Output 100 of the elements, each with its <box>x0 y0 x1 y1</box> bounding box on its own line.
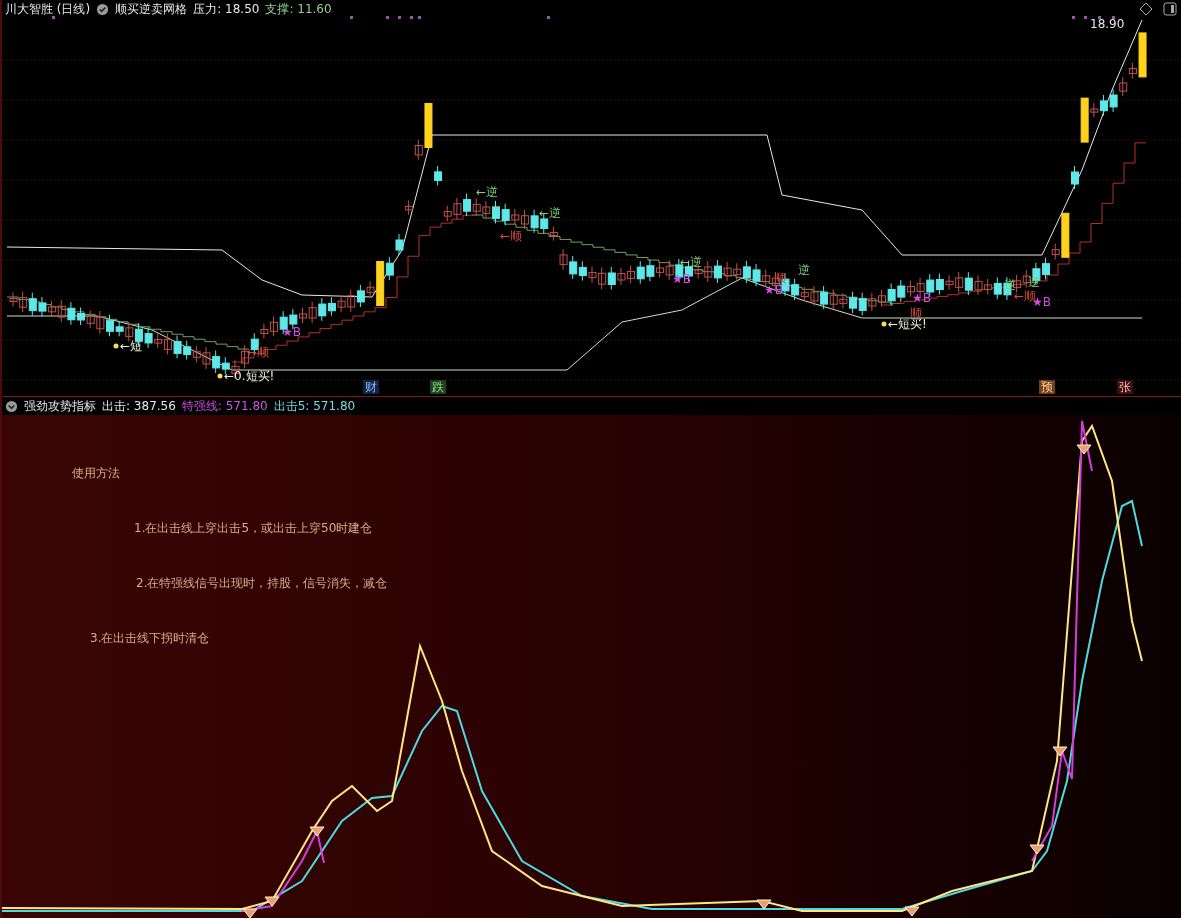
candlestick <box>482 200 491 219</box>
candlestick <box>849 291 858 314</box>
candlestick <box>974 274 983 296</box>
indicator-reading: 出击5: 571.80 <box>273 397 356 415</box>
candlestick <box>115 320 124 337</box>
candlestick <box>887 283 896 307</box>
signal-label: ←0.短买! <box>217 369 275 383</box>
signal-marker: 张 <box>1117 380 1133 394</box>
candlestick <box>752 263 761 287</box>
candlestick <box>443 205 452 222</box>
candlestick <box>955 271 964 293</box>
candlestick <box>67 301 76 326</box>
panel-icon[interactable] <box>1163 2 1177 16</box>
candlestick <box>48 300 57 318</box>
candlestick <box>144 327 153 349</box>
candlestick <box>28 292 37 317</box>
candlestick <box>588 266 597 284</box>
candlestick <box>617 267 626 286</box>
candlestick <box>173 335 182 359</box>
signal-label: ←逆 <box>476 185 499 199</box>
notes-heading: 使用方法 <box>72 465 121 482</box>
stock-title: 川大智胜 (日线) <box>5 0 91 18</box>
candlestick <box>733 262 742 281</box>
indicator-name: 顺买逆卖网格 <box>115 0 188 18</box>
candlestick <box>945 274 954 291</box>
candlestick <box>858 292 867 316</box>
candlestick <box>308 301 317 324</box>
candlestick <box>395 233 404 256</box>
candlestick <box>453 197 462 220</box>
candlestick <box>984 278 993 295</box>
candlestick <box>713 259 722 284</box>
candlestick <box>897 279 906 303</box>
candlestick <box>77 307 86 326</box>
signal-marker: 跌 <box>430 380 446 394</box>
candlestick <box>627 264 636 284</box>
candlestick <box>183 340 192 361</box>
signal-label: ←短 <box>113 339 143 353</box>
candlestick <box>347 289 356 313</box>
candlestick <box>723 261 732 282</box>
candlestick <box>636 260 645 285</box>
usage-note: 1.在出击线上穿出击5，或出击上穿50时建仓 <box>134 520 374 537</box>
signal-label: ←顺 <box>500 229 523 243</box>
indicator-reading: 特强线: 571.80 <box>181 397 268 415</box>
candlestick <box>829 288 838 310</box>
candlestick <box>791 278 800 301</box>
candlestick <box>511 208 520 226</box>
candlestick <box>800 286 809 303</box>
usage-note: 2.在特强线信号出现时，持股，信号消失，减仓 <box>136 575 389 592</box>
indicator-name: 强劲攻势指标 <box>24 397 96 415</box>
candlestick <box>578 260 587 282</box>
indicator-reading: 支撑: 11.60 <box>265 0 332 18</box>
candlestick <box>646 259 655 282</box>
candlestick <box>96 310 105 335</box>
candlestick <box>405 199 414 216</box>
candlestick <box>463 193 472 217</box>
signal-marker: 财 <box>363 380 379 394</box>
indicator-reading: 压力: 18.50 <box>193 0 260 18</box>
candlestick <box>665 259 674 281</box>
signal-label: ←逆 <box>680 255 703 269</box>
candlestick <box>125 321 134 342</box>
candlestick <box>260 322 269 339</box>
signal-label: 18.90 <box>1090 17 1125 31</box>
candlestick <box>810 285 819 307</box>
signal-label: ←逆 <box>539 206 562 220</box>
candlestick <box>212 350 221 374</box>
signal-marker: 预 <box>1039 380 1055 394</box>
candlestick <box>839 292 848 309</box>
signal-label: ★B <box>912 291 931 305</box>
candlestick <box>598 266 607 290</box>
candlestick <box>559 248 568 271</box>
candlestick <box>1119 76 1128 97</box>
signal-label: ←短买! <box>881 317 927 331</box>
candlestick <box>820 285 829 310</box>
candlestick <box>57 299 66 323</box>
candlestick <box>337 294 346 313</box>
candlestick <box>993 276 1002 300</box>
candlestick <box>86 309 95 329</box>
candlestick <box>530 209 539 234</box>
candlestick <box>1071 165 1079 190</box>
candlestick <box>1042 257 1051 280</box>
candlestick <box>656 261 665 278</box>
candlestick <box>202 346 211 370</box>
candlestick <box>318 297 327 322</box>
candlestick <box>868 292 877 312</box>
candlestick <box>935 273 944 295</box>
candlestick <box>327 296 336 317</box>
candlestick <box>1013 274 1022 294</box>
check-icon[interactable] <box>96 2 110 16</box>
candlestick <box>472 197 481 217</box>
candlestick <box>607 266 616 290</box>
candlestick <box>356 284 365 308</box>
candlestick <box>501 203 510 226</box>
candlestick <box>270 315 279 337</box>
signal-label: 逆 <box>798 263 810 277</box>
signal-label: 顺 <box>910 306 922 320</box>
candlestick <box>906 279 915 298</box>
candlestick <box>1109 88 1118 113</box>
candlestick <box>192 345 201 363</box>
collapse-icon[interactable] <box>5 399 18 413</box>
candlestick <box>964 271 973 296</box>
